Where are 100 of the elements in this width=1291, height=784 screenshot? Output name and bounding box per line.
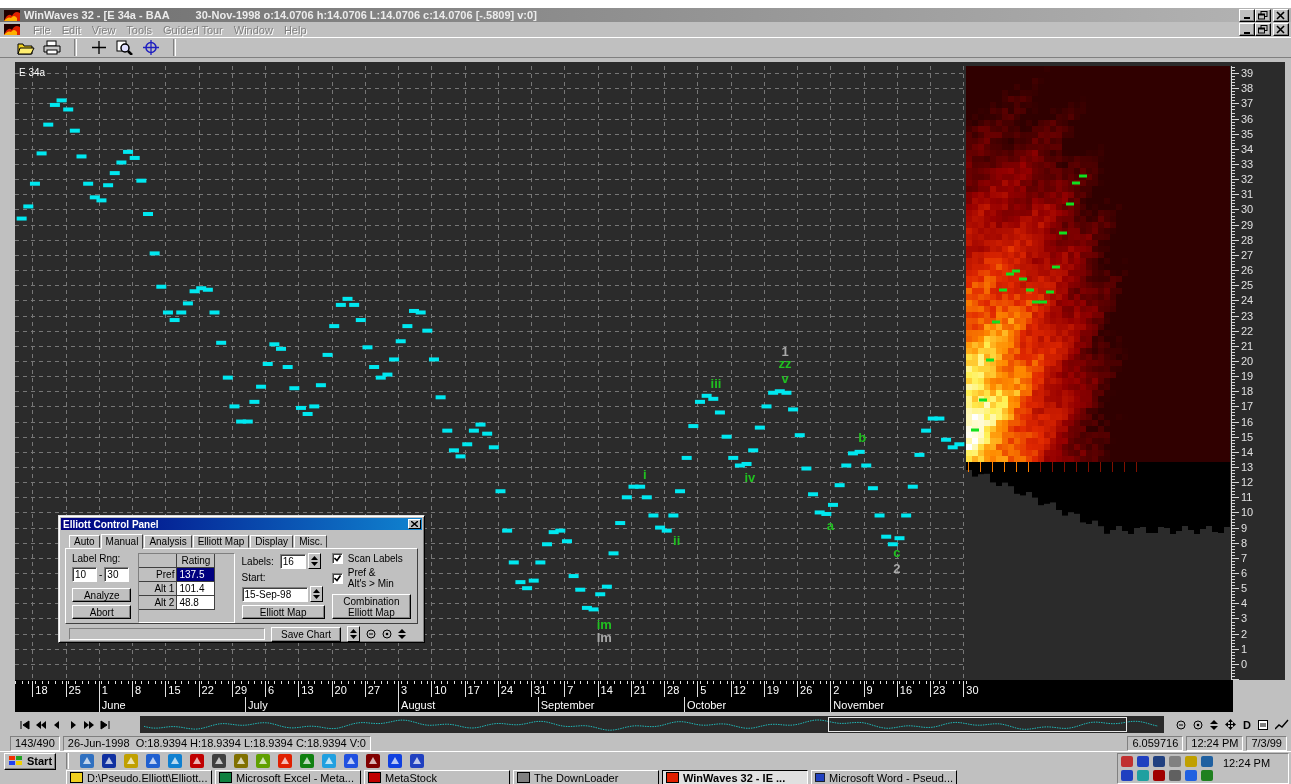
start-date-field[interactable]: 15-Sep-98 bbox=[241, 586, 308, 602]
axis-label: 12 bbox=[733, 684, 746, 696]
axis-label: 2 bbox=[1241, 627, 1248, 640]
taskbar-button[interactable]: D:\Pseudo.Elliott\Elliott... bbox=[66, 770, 212, 784]
wave-label: v bbox=[781, 371, 789, 387]
time-readout: 12:24 PM bbox=[1186, 736, 1244, 751]
field-label: Label Rng: bbox=[72, 553, 122, 564]
tab[interactable]: Analysis bbox=[144, 535, 192, 548]
d-tool-button[interactable]: D bbox=[1243, 718, 1251, 731]
month-label: September bbox=[540, 699, 595, 711]
axis-label: 39 bbox=[1241, 67, 1254, 80]
wave-label: i bbox=[643, 466, 647, 482]
axis-label: 17 bbox=[1241, 400, 1254, 413]
wave-label: Im bbox=[596, 630, 612, 646]
axis-label: 28 bbox=[667, 684, 680, 696]
month-label: July bbox=[248, 699, 268, 711]
axis-label: 22 bbox=[1241, 324, 1254, 337]
rating-cell[interactable]: 101.4 bbox=[177, 582, 216, 596]
rating-cell[interactable]: 48.8 bbox=[177, 596, 216, 610]
tab[interactable]: Display bbox=[250, 535, 294, 548]
axis-label: 24 bbox=[1241, 294, 1254, 307]
wave-label: 2 bbox=[893, 560, 901, 576]
axis-label: 9 bbox=[1241, 521, 1248, 534]
axis-label: 27 bbox=[1241, 248, 1254, 261]
clock: 12:24 PM bbox=[1223, 757, 1271, 769]
axis-label: 31 bbox=[534, 684, 547, 696]
chart-title: E 34a bbox=[19, 67, 46, 78]
cursor-value: 6.059716 bbox=[1127, 736, 1184, 751]
axis-label: 25 bbox=[68, 684, 81, 696]
axis-label: 30 bbox=[1241, 203, 1254, 216]
save-chart-button[interactable]: Save Chart bbox=[271, 626, 341, 642]
record-counter: 143/490 bbox=[10, 736, 60, 751]
wave-label: c bbox=[893, 545, 901, 561]
taskbar-button[interactable]: MetaStock bbox=[364, 770, 510, 784]
month-label: June bbox=[101, 699, 126, 711]
axis-label: 25 bbox=[1241, 279, 1254, 292]
axis-label: 14 bbox=[1241, 445, 1254, 458]
wave-label: b bbox=[858, 430, 867, 446]
tab[interactable]: Manual bbox=[100, 534, 144, 549]
axis-label: 9 bbox=[866, 684, 873, 696]
axis-label: 18 bbox=[35, 684, 48, 696]
taskbar-button[interactable]: Microsoft Excel - Meta... bbox=[215, 770, 361, 784]
axis-label: 35 bbox=[1241, 127, 1254, 140]
taskbar-button[interactable]: Microsoft Word - Pseud... bbox=[811, 770, 957, 784]
axis-label: 24 bbox=[500, 684, 514, 696]
axis-label: 37 bbox=[1241, 97, 1254, 110]
range-from-field[interactable]: 10 bbox=[72, 567, 97, 582]
checkbox-label: Scan Labels bbox=[347, 553, 403, 564]
axis-label: 6 bbox=[1241, 567, 1248, 580]
wave-label: 1 bbox=[781, 343, 789, 359]
wave-label: iv bbox=[744, 469, 756, 485]
axis-label: 16 bbox=[1241, 415, 1254, 428]
axis-label: 7 bbox=[567, 684, 574, 696]
axis-label: 34 bbox=[1241, 142, 1254, 155]
axis-label: 20 bbox=[334, 684, 347, 696]
axis-label: 29 bbox=[234, 684, 248, 696]
taskbar-button[interactable]: The DownLoader bbox=[513, 770, 659, 784]
tab[interactable]: Misc. bbox=[294, 535, 328, 548]
taskbar-button[interactable]: WinWaves 32 - IE ... bbox=[662, 770, 808, 784]
rating-cell[interactable]: 137.5 bbox=[177, 568, 216, 582]
axis-label: 26 bbox=[800, 684, 813, 696]
axis-label: 33 bbox=[1241, 158, 1254, 170]
axis-label: 28 bbox=[1241, 233, 1254, 246]
axis-label: 3 bbox=[401, 684, 408, 696]
axis-label: 20 bbox=[1241, 354, 1254, 367]
checkbox-label: Pref & Alt's > Min bbox=[347, 567, 394, 589]
labels-field[interactable]: 16 bbox=[279, 553, 306, 569]
month-label: August bbox=[401, 699, 436, 711]
axis-label: 17 bbox=[467, 684, 480, 696]
axis-label: 14 bbox=[600, 684, 613, 696]
axis-label: 31 bbox=[1241, 188, 1254, 201]
start-button[interactable]: Start bbox=[4, 752, 57, 770]
field-label: Labels: bbox=[241, 555, 274, 567]
axis-label: 10 bbox=[1241, 506, 1254, 519]
quote-readout: 26-Jun-1998 O:18.9394 H:18.9394 L:18.9394 C:18.9394 V:0 bbox=[62, 736, 371, 751]
axis-label: 13 bbox=[1241, 461, 1254, 473]
axis-label: 15 bbox=[1241, 430, 1254, 443]
elliott-map-button[interactable]: Elliott Map bbox=[241, 605, 325, 619]
quote-info: 30-Nov-1998 o:14.0706 h:14.0706 L:14.0706 c:14.0706 [-.5809] v:0] bbox=[195, 9, 537, 21]
combination-map-button[interactable]: Combination Elliott Map bbox=[331, 594, 411, 619]
analyze-button[interactable]: Analyze bbox=[72, 588, 132, 602]
range-to-field[interactable]: 30 bbox=[104, 567, 130, 582]
axis-label: 21 bbox=[633, 684, 647, 696]
field-label: Start: bbox=[241, 572, 267, 583]
axis-label: 19 bbox=[766, 684, 780, 696]
axis-label: 21 bbox=[1241, 339, 1254, 352]
range-separator: - bbox=[99, 569, 103, 580]
axis-label: 2 bbox=[833, 684, 840, 696]
axis-label: 23 bbox=[933, 684, 946, 696]
date-readout: 7/3/99 bbox=[1246, 736, 1287, 751]
axis-label: 12 bbox=[1241, 476, 1254, 489]
axis-label: 5 bbox=[1241, 582, 1248, 595]
axis-label: 1 bbox=[101, 684, 108, 696]
axis-label: 27 bbox=[367, 684, 381, 696]
tab[interactable]: Auto bbox=[69, 535, 100, 548]
axis-label: 19 bbox=[1241, 370, 1254, 383]
tab[interactable]: Elliott Map bbox=[192, 535, 250, 548]
abort-button[interactable]: Abort bbox=[72, 605, 132, 619]
axis-label: 30 bbox=[966, 684, 979, 696]
axis-label: 5 bbox=[700, 684, 707, 696]
